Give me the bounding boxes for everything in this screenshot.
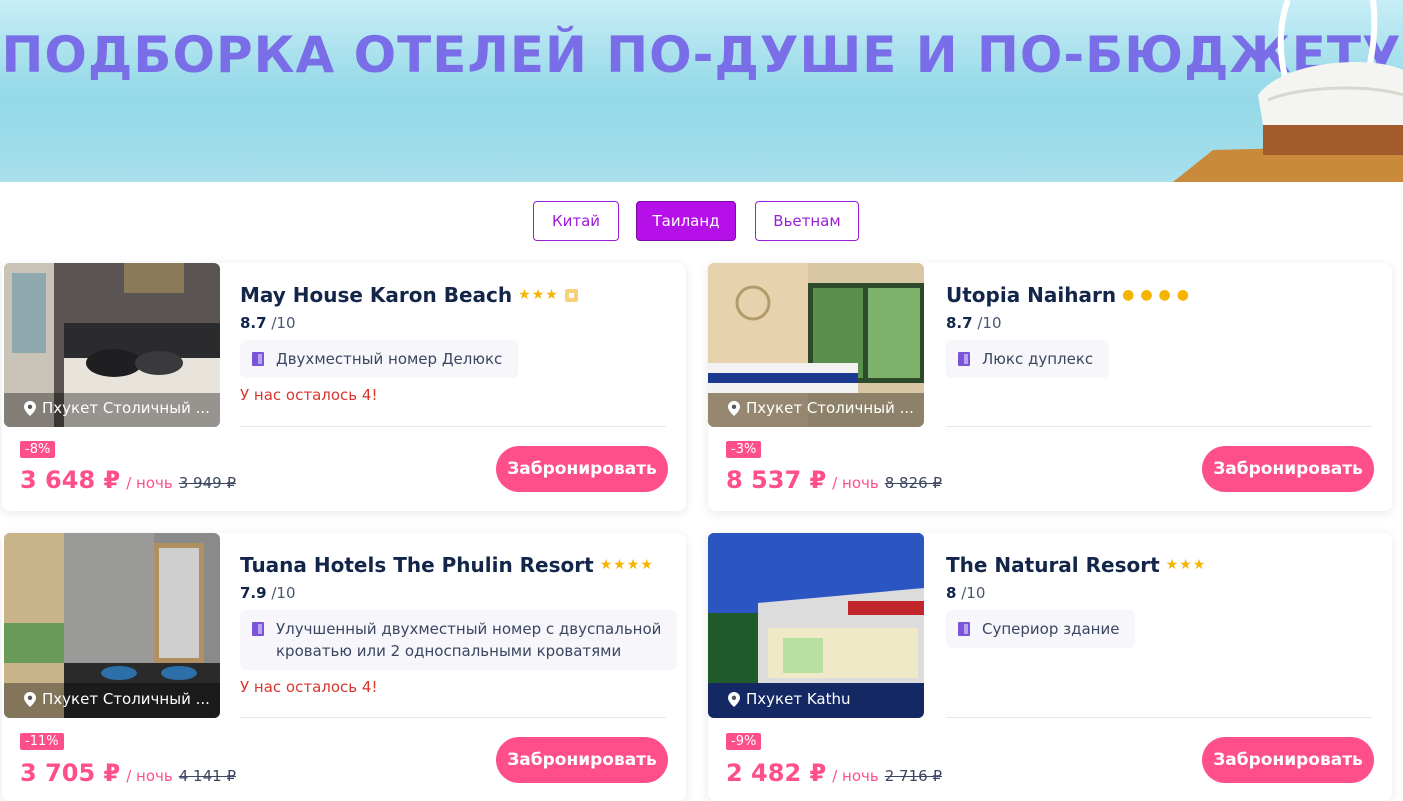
badge-icon (564, 288, 578, 302)
discount-badge: -9% (726, 733, 762, 750)
door-icon (252, 622, 264, 636)
hotel-photo[interactable]: Пхукет Столичный ... (708, 263, 924, 427)
score-max: /10 (961, 584, 986, 602)
hotel-name[interactable]: Utopia Naiharn ●●●● (946, 283, 1195, 307)
location-label: Пхукет Столичный ... (24, 399, 210, 417)
location-pin-icon (728, 691, 740, 707)
review-score: 8 /10 (946, 584, 985, 602)
current-price: 3 648 ₽ (20, 466, 121, 494)
hotel-name-text[interactable]: The Natural Resort (946, 553, 1160, 577)
review-score: 8.7 /10 (240, 314, 296, 332)
hotel-name-text[interactable]: Tuana Hotels The Phulin Resort (240, 553, 594, 577)
score-max: /10 (977, 314, 1002, 332)
book-button[interactable]: Забронировать (1202, 446, 1374, 492)
current-price: 8 537 ₽ (726, 466, 827, 494)
old-price: 4 141 ₽ (178, 767, 236, 785)
book-button[interactable]: Забронировать (1202, 737, 1374, 783)
hotel-photo[interactable]: Пхукет Kathu (708, 533, 924, 718)
book-button[interactable]: Забронировать (496, 446, 668, 492)
rooms-left-notice: У нас осталось 4! (240, 386, 378, 404)
location-pin-icon (24, 691, 36, 707)
star-rating-icon: ★★★ (1165, 557, 1207, 573)
room-name-line2: кроватью или 2 односпальными кроватями (276, 642, 622, 660)
room-name: Двухместный номер Делюкс (276, 350, 503, 368)
hero-banner: ПОДБОРКА ОТЕЛЕЙ ПО-ДУШЕ И ПО-БЮДЖЕТУ (0, 0, 1403, 182)
room-type: Улучшенный двухместный номер с двуспальн… (240, 610, 678, 670)
bed-illustration (1173, 0, 1403, 182)
per-night-label: / ночь (832, 474, 879, 492)
hotel-name[interactable]: May House Karon Beach ★★★ (240, 283, 578, 307)
tab-china[interactable]: Китай (533, 201, 619, 241)
price-block: 2 482 ₽ / ночь 2 716 ₽ (726, 759, 942, 787)
hotel-photo[interactable]: Пхукет Столичный ... (4, 533, 220, 718)
price-block: 3 648 ₽ / ночь 3 949 ₽ (20, 466, 236, 494)
divider (240, 426, 666, 427)
door-icon (252, 352, 264, 366)
room-name-line1: Улучшенный двухместный номер с двуспальн… (276, 620, 662, 638)
score-max: /10 (271, 314, 296, 332)
divider (946, 717, 1372, 718)
divider (946, 426, 1372, 427)
old-price: 3 949 ₽ (178, 474, 236, 492)
discount-badge: -11% (20, 733, 64, 750)
book-button[interactable]: Забронировать (496, 737, 668, 783)
per-night-label: / ночь (126, 474, 173, 492)
hotel-card[interactable]: Пхукет Столичный ... Utopia Naiharn ●●●●… (708, 263, 1392, 511)
location-label: Пхукет Столичный ... (24, 690, 210, 708)
location-label: Пхукет Столичный ... (728, 399, 914, 417)
score-value: 8.7 (946, 314, 973, 332)
current-price: 2 482 ₽ (726, 759, 827, 787)
location-label: Пхукет Kathu (728, 690, 851, 708)
hotel-name[interactable]: The Natural Resort ★★★ (946, 553, 1206, 577)
star-rating-icon: ★★★★ (599, 557, 654, 573)
location-pin-icon (728, 400, 740, 416)
score-value: 8 (946, 584, 957, 602)
room-type: Люкс дуплекс (946, 340, 1110, 378)
location-pin-icon (24, 400, 36, 416)
star-rating-icon: ★★★ (518, 287, 559, 303)
per-night-label: / ночь (126, 767, 173, 785)
discount-badge: -3% (726, 441, 762, 458)
price-block: 3 705 ₽ / ночь 4 141 ₽ (20, 759, 236, 787)
location-text: Пхукет Столичный ... (746, 399, 914, 417)
per-night-label: / ночь (832, 767, 879, 785)
review-score: 7.9 /10 (240, 584, 296, 602)
hotel-photo[interactable]: Пхукет Столичный ... (4, 263, 220, 427)
score-value: 8.7 (240, 314, 267, 332)
room-type: Супериор здание (946, 610, 1136, 648)
discount-badge: -8% (20, 441, 56, 458)
hotel-name-text[interactable]: May House Karon Beach (240, 283, 512, 307)
room-name: Улучшенный двухместный номер с двуспальн… (276, 618, 661, 662)
current-price: 3 705 ₽ (20, 759, 121, 787)
room-name: Люкс дуплекс (982, 350, 1094, 368)
divider (240, 717, 666, 718)
hotel-card[interactable]: Пхукет Столичный ... May House Karon Bea… (2, 263, 686, 511)
tab-thailand[interactable]: Таиланд (636, 201, 736, 241)
old-price: 2 716 ₽ (884, 767, 942, 785)
country-tabs: Китай Таиланд Вьетнам (0, 201, 1403, 241)
tab-vietnam[interactable]: Вьетнам (755, 201, 859, 241)
rating-dots-icon: ●●●● (1122, 287, 1195, 303)
price-block: 8 537 ₽ / ночь 8 826 ₽ (726, 466, 942, 494)
rooms-left-notice: У нас осталось 4! (240, 678, 378, 696)
hotel-name[interactable]: Tuana Hotels The Phulin Resort ★★★★ (240, 553, 654, 577)
hotel-card[interactable]: Пхукет Kathu The Natural Resort ★★★ 8 /1… (708, 533, 1392, 801)
hotel-name-text[interactable]: Utopia Naiharn (946, 283, 1116, 307)
score-max: /10 (271, 584, 296, 602)
location-text: Пхукет Столичный ... (42, 399, 210, 417)
door-icon (958, 622, 970, 636)
room-name: Супериор здание (982, 620, 1120, 638)
room-type: Двухместный номер Делюкс (240, 340, 519, 378)
hotel-card[interactable]: Пхукет Столичный ... Tuana Hotels The Ph… (2, 533, 686, 801)
score-value: 7.9 (240, 584, 267, 602)
old-price: 8 826 ₽ (884, 474, 942, 492)
door-icon (958, 352, 970, 366)
location-text: Пхукет Столичный ... (42, 690, 210, 708)
location-text: Пхукет Kathu (746, 690, 851, 708)
review-score: 8.7 /10 (946, 314, 1002, 332)
